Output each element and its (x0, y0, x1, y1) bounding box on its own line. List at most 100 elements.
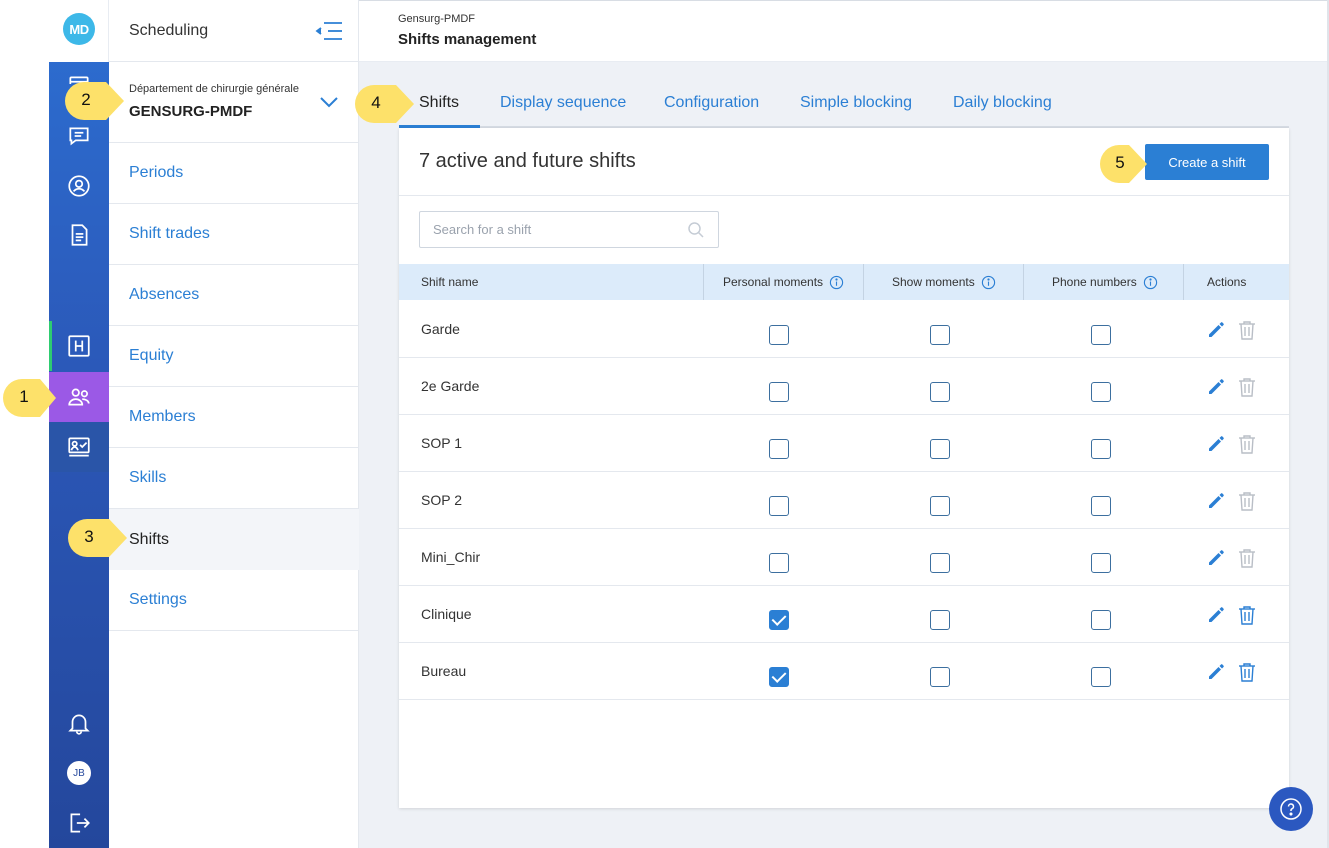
callout-4: 4 (352, 82, 418, 126)
edit-pencil-icon[interactable] (1205, 547, 1227, 569)
personal-moments-checkbox[interactable] (769, 553, 789, 573)
trash-icon[interactable] (1236, 604, 1258, 626)
callout-number: 1 (19, 387, 29, 406)
callout-3: 3 (65, 516, 131, 560)
logout-icon[interactable] (49, 798, 109, 848)
presentation-check-icon[interactable] (49, 422, 109, 472)
trash-icon[interactable] (1236, 376, 1258, 398)
avatar[interactable]: JB (67, 761, 91, 785)
sidebar-item-absences[interactable]: Absences (109, 265, 359, 326)
tab-simple-blocking[interactable]: Simple blocking (800, 94, 912, 112)
callout-number: 2 (81, 90, 91, 109)
sidebar-item-equity[interactable]: Equity (109, 326, 359, 387)
column-header-phone-numbers: Phone numbers (1052, 264, 1158, 300)
edit-pencil-icon[interactable] (1205, 604, 1227, 626)
phone-numbers-checkbox[interactable] (1091, 667, 1111, 687)
tab-shifts[interactable]: Shifts (419, 94, 459, 112)
app-logo[interactable]: MD (63, 13, 95, 45)
column-label: Shift name (421, 275, 479, 289)
shift-name: Bureau (421, 663, 467, 679)
column-header-personal-moments: Personal moments (723, 264, 844, 300)
table-header: Shift name Personal moments Show moments… (399, 264, 1289, 300)
edit-pencil-icon[interactable] (1205, 661, 1227, 683)
shift-name: SOP 2 (421, 492, 462, 508)
phone-numbers-checkbox[interactable] (1091, 496, 1111, 516)
personal-moments-checkbox[interactable] (769, 610, 789, 630)
phone-numbers-checkbox[interactable] (1091, 325, 1111, 345)
phone-numbers-checkbox[interactable] (1091, 553, 1111, 573)
sidebar-item-skills[interactable]: Skills (109, 448, 359, 509)
callout-2: 2 (62, 79, 128, 123)
info-icon[interactable] (981, 275, 996, 290)
show-moments-checkbox[interactable] (930, 439, 950, 459)
phone-numbers-checkbox[interactable] (1091, 610, 1111, 630)
sidebar-item-shift-trades[interactable]: Shift trades (109, 204, 359, 265)
personal-moments-checkbox[interactable] (769, 325, 789, 345)
hospital-icon[interactable] (49, 321, 109, 371)
collapse-menu-icon[interactable] (314, 20, 344, 42)
edit-pencil-icon[interactable] (1205, 376, 1227, 398)
card-title: 7 active and future shifts (419, 150, 636, 172)
show-moments-checkbox[interactable] (930, 382, 950, 402)
help-button[interactable] (1269, 787, 1313, 831)
tab-display-sequence[interactable]: Display sequence (500, 94, 626, 112)
column-header-show-moments: Show moments (892, 264, 996, 300)
sidebar-item-settings[interactable]: Settings (109, 570, 359, 631)
create-shift-button[interactable]: Create a shift (1145, 144, 1269, 180)
bell-icon[interactable] (49, 698, 109, 748)
personal-moments-checkbox[interactable] (769, 667, 789, 687)
shift-name: 2e Garde (421, 378, 480, 394)
show-moments-checkbox[interactable] (930, 667, 950, 687)
shift-name: Mini_Chir (421, 549, 481, 565)
chevron-down-icon[interactable] (319, 95, 339, 109)
column-divider (1023, 264, 1024, 300)
phone-numbers-checkbox[interactable] (1091, 382, 1111, 402)
shift-name: Clinique (421, 606, 472, 622)
column-label: Actions (1207, 275, 1247, 289)
show-moments-checkbox[interactable] (930, 553, 950, 573)
user-circle-icon[interactable] (49, 161, 109, 211)
trash-icon[interactable] (1236, 433, 1258, 455)
personal-moments-checkbox[interactable] (769, 496, 789, 516)
tab-configuration[interactable]: Configuration (664, 94, 759, 112)
show-moments-checkbox[interactable] (930, 325, 950, 345)
sidebar-header: Scheduling (109, 0, 359, 62)
callout-1: 1 (0, 376, 60, 420)
sidebar-item-periods[interactable]: Periods (109, 143, 359, 204)
edit-pencil-icon[interactable] (1205, 490, 1227, 512)
info-icon[interactable] (1143, 275, 1158, 290)
show-moments-checkbox[interactable] (930, 496, 950, 516)
table-row: Garde (399, 301, 1289, 358)
column-label: Show moments (892, 275, 975, 289)
callout-5: 5 (1097, 142, 1149, 186)
search-input[interactable] (419, 211, 719, 248)
show-moments-checkbox[interactable] (930, 610, 950, 630)
department-name: Département de chirurgie générale (129, 83, 299, 95)
department-selector[interactable]: Département de chirurgie générale GENSUR… (109, 62, 359, 143)
tab-daily-blocking[interactable]: Daily blocking (953, 94, 1052, 112)
search-icon (688, 222, 704, 238)
edit-pencil-icon[interactable] (1205, 433, 1227, 455)
personal-moments-checkbox[interactable] (769, 439, 789, 459)
personal-moments-checkbox[interactable] (769, 382, 789, 402)
trash-icon[interactable] (1236, 661, 1258, 683)
sidebar-item-shifts[interactable]: Shifts (109, 509, 359, 570)
document-icon[interactable] (49, 210, 109, 260)
info-icon[interactable] (829, 275, 844, 290)
edit-pencil-icon[interactable] (1205, 319, 1227, 341)
trash-icon[interactable] (1236, 547, 1258, 569)
column-divider (703, 264, 704, 300)
sidebar-item-members[interactable]: Members (109, 387, 359, 448)
secondary-sidebar: Scheduling Département de chirurgie géné… (109, 0, 359, 848)
top-divider (359, 0, 1329, 1)
trash-icon[interactable] (1236, 319, 1258, 341)
column-header-shift-name: Shift name (421, 264, 478, 300)
breadcrumb: Gensurg-PMDF (398, 13, 476, 25)
trash-icon[interactable] (1236, 490, 1258, 512)
table-row: Clinique (399, 586, 1289, 643)
help-icon (1280, 798, 1302, 820)
phone-numbers-checkbox[interactable] (1091, 439, 1111, 459)
column-label: Phone numbers (1052, 275, 1137, 289)
page-title: Shifts management (398, 31, 537, 48)
table-row: SOP 2 (399, 472, 1289, 529)
